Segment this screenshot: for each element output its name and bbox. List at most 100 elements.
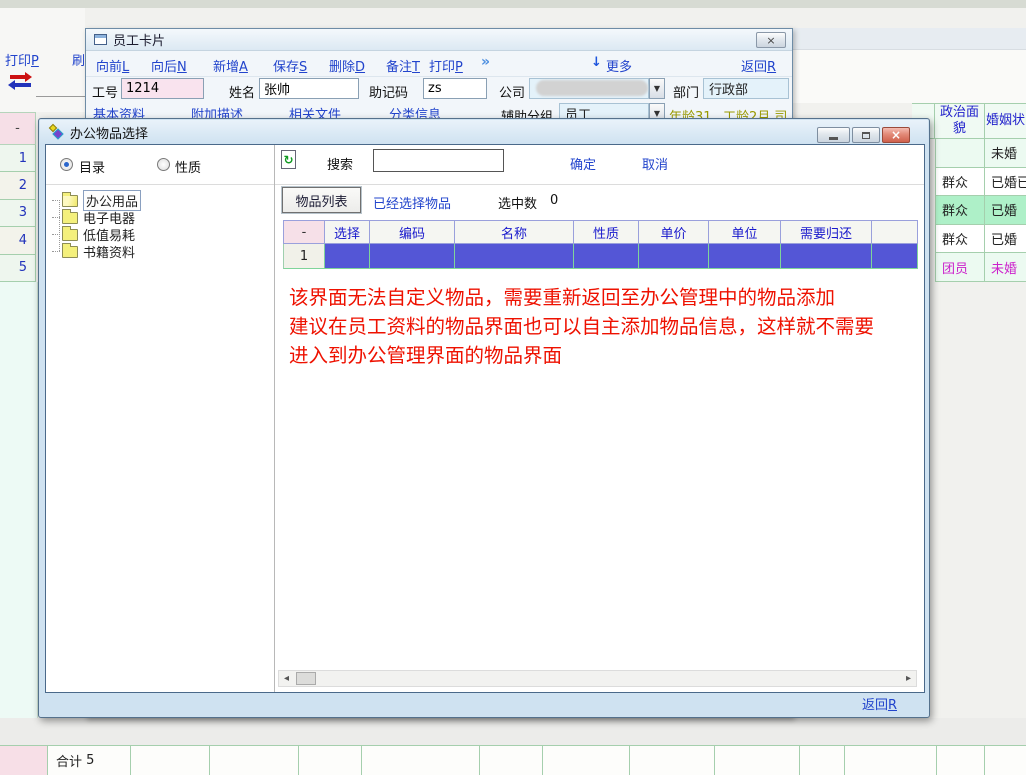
tree-item-books[interactable]: 书籍资料 [52,243,135,260]
radio-nature-label: 性质 [175,157,201,176]
mnemonic-field[interactable] [423,78,487,99]
grid-header-cell[interactable]: 编码 [370,221,455,244]
close-icon[interactable]: × [756,32,786,48]
dialog-content: 目录 性质 办公用品 电子电器 低值易耗 书籍资料 ↻ 搜索 [45,144,925,693]
grid-header-cell[interactable]: 单位 [709,221,781,244]
emp-no-field[interactable] [121,78,204,99]
add-button[interactable]: 新增A [213,56,248,75]
items-grid: - 选择 编码 名称 性质 单价 单位 需要归还 1 [283,220,918,269]
horizontal-scrollbar[interactable]: ◂ ▸ [278,670,917,687]
grid-header-cell[interactable]: - [283,221,325,244]
employee-card-fields: 工号 姓名 助记码 公司 ▼ 部门 行政部 [86,77,792,103]
divider [36,96,85,97]
delete-button[interactable]: 删除D [329,56,365,75]
grid-header-cell [872,221,918,244]
folder-icon [62,212,78,224]
grid-header-cell[interactable]: 性质 [574,221,639,244]
tab-selected-items[interactable]: 已经选择物品 [373,193,451,212]
tree-item-office-supplies[interactable]: 办公用品 [52,192,141,209]
name-field[interactable] [259,78,359,99]
back-button[interactable]: 返回R [741,56,776,75]
table-row[interactable]: 群众 已婚 [935,225,1026,254]
politics-column-header[interactable]: 政治面貌 [935,103,985,139]
table-row[interactable]: 团员 未婚 [935,253,1026,282]
background-right-panel [793,50,1026,103]
censored-company-value [536,80,648,96]
company-label: 公司 [499,82,525,101]
grid-header-cell[interactable]: 选择 [325,221,370,244]
empty-row-area [0,282,38,738]
row-number[interactable]: 4 [0,227,36,254]
double-chevron-icon[interactable]: » [481,54,490,70]
tree-item-electronics[interactable]: 电子电器 [52,209,135,226]
search-input[interactable] [373,149,504,172]
table-row[interactable]: 群众 已婚已 [935,168,1026,197]
grid-header-cell[interactable]: 单价 [639,221,709,244]
maximize-icon[interactable] [852,127,880,143]
row-number[interactable]: 3 [0,200,36,227]
more-button[interactable]: 更多 [606,56,632,75]
grid-header-cell[interactable]: 名称 [455,221,574,244]
row-number[interactable]: 1 [0,145,36,172]
row-number-column: - 1 2 3 4 5 [0,112,36,282]
remark-button[interactable]: 备注T [386,56,420,75]
screen: 打印P 刷 - 1 2 3 4 5 政治面貌 婚姻状 未婚 群众 已婚已 群众 … [0,0,1026,775]
ok-button[interactable]: 确定 [570,154,596,173]
background-print-link[interactable]: 打印P [5,50,39,69]
prev-button[interactable]: 向前L [96,56,129,75]
radio-nature[interactable] [157,158,170,171]
dialog-titlebar[interactable]: 办公物品选择 [40,120,928,144]
dialog-icon [49,125,64,139]
more-arrow-icon[interactable]: ↓ [591,55,602,70]
emp-no-label: 工号 [92,82,118,101]
mnemonic-label: 助记码 [369,82,408,101]
marital-column-header[interactable]: 婚姻状 [985,103,1026,139]
radio-catalog-label: 目录 [79,157,105,176]
print-button[interactable]: 打印P [429,56,463,75]
employee-card-titlebar[interactable]: 员工卡片 [86,29,792,51]
selected-count-label: 选中数 [498,193,537,212]
refresh-icon[interactable]: ↻ [281,150,296,169]
table-row[interactable]: 未婚 [935,139,1026,168]
grid-header-cell[interactable]: 需要归还 [781,221,872,244]
folder-icon [62,229,78,241]
table-row-selected[interactable]: 群众 已婚 [935,196,1026,225]
row-number[interactable]: 5 [0,255,36,282]
background-right-band [793,28,1026,50]
scrollbar-thumb[interactable] [296,672,316,685]
footer-row: 合计 5 [0,745,1026,775]
radio-catalog[interactable] [60,158,73,171]
tree-item-low-value[interactable]: 低值易耗 [52,226,135,243]
dept-field[interactable]: 行政部 [703,78,789,99]
row-number[interactable]: 2 [0,172,36,199]
grid-row-number: 1 [283,244,325,269]
window-icon [94,34,107,45]
cancel-button[interactable]: 取消 [642,154,668,173]
close-icon[interactable]: × [882,127,910,143]
employee-card-toolbar: 向前L 向后N 新增A 保存S 删除D 备注T 打印P » ↓ 更多 返回R [86,51,792,77]
minimize-icon[interactable] [817,127,850,143]
office-items-dialog: 办公物品选择 × 目录 性质 办公用品 电子电器 低值易耗 [38,118,930,718]
row-number-header[interactable]: - [0,112,36,145]
dept-label: 部门 [673,82,699,101]
divider [274,145,275,692]
chevron-down-icon[interactable]: ▼ [649,78,665,99]
background-refresh-link-partial[interactable]: 刷 [72,50,85,69]
next-button[interactable]: 向后N [151,56,187,75]
annotation-note: 该界面无法自定义物品，需要重新返回至办公管理中的物品添加 建议在员工资料的物品界… [289,283,874,370]
tab-item-list[interactable]: 物品列表 [282,187,361,213]
search-label: 搜索 [327,154,353,173]
scroll-right-icon[interactable]: ▸ [901,671,916,686]
selected-count-value: 0 [550,193,558,208]
window-title: 员工卡片 [113,30,165,49]
footer-total-cell: 合计 5 [48,746,131,775]
swap-arrows-icon[interactable] [8,74,34,90]
politics-table-rows: 未婚 群众 已婚已 群众 已婚 群众 已婚 团员 未婚 [935,139,1026,282]
dialog-back-button[interactable]: 返回R [862,694,897,713]
dialog-title: 办公物品选择 [70,123,148,142]
save-button[interactable]: 保存S [273,56,307,75]
scroll-left-icon[interactable]: ◂ [279,671,294,686]
open-folder-icon [62,195,78,207]
divider [46,184,924,185]
grid-row-selected[interactable]: 1 [283,244,918,269]
